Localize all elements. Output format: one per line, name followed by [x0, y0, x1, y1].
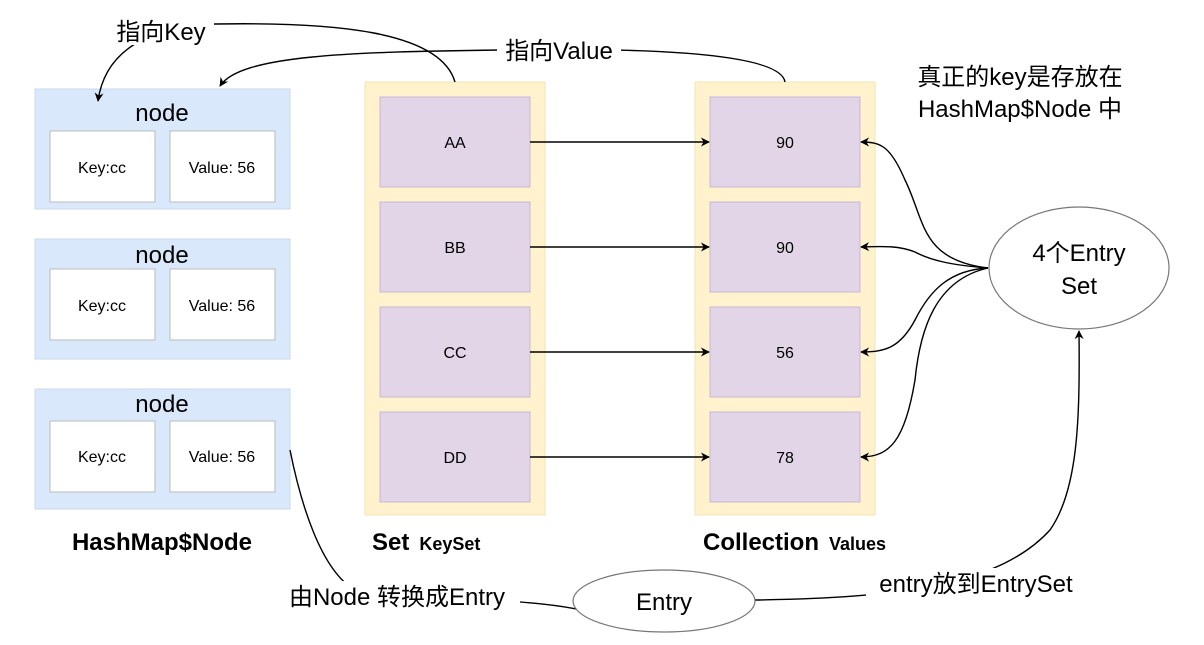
- node-title: node: [135, 391, 188, 418]
- values-item-3: 56: [709, 306, 861, 398]
- node-key: Key:cc: [78, 160, 126, 177]
- point-value-label: 指向Value: [505, 38, 613, 65]
- keyset-cell-label: BB: [444, 240, 465, 257]
- keyset-cell-label: DD: [443, 450, 466, 467]
- values-cell-label: 78: [776, 450, 794, 467]
- node-title: node: [135, 242, 188, 269]
- values-item-2: 90: [709, 201, 861, 293]
- values-caption-sub: Values: [829, 534, 886, 554]
- values-caption-main: Collection: [703, 529, 819, 556]
- node-group-2: node Key:cc Value: 56: [34, 238, 291, 360]
- node-key: Key:cc: [78, 298, 126, 315]
- entryset-arrow-4: [860, 267, 989, 462]
- values-item-1: 90: [709, 96, 861, 188]
- keyset-caption-sub: KeySet: [419, 534, 480, 554]
- values-cell-label: 56: [776, 345, 794, 362]
- node-title: node: [135, 100, 188, 127]
- node-key: Key:cc: [78, 449, 126, 466]
- hashmap-node-caption: HashMap$Node: [72, 529, 252, 556]
- node-group-1: node Key:cc Value: 56: [34, 88, 291, 210]
- entryset-ellipse: 4个Entry Set: [988, 206, 1170, 330]
- node-value: Value: 56: [189, 449, 256, 466]
- keyset-item-1: AA: [379, 96, 531, 188]
- values-cell-label: 90: [776, 135, 794, 152]
- entryset-arrow-3: [860, 267, 989, 357]
- note-line-2: HashMap$Node 中: [918, 96, 1122, 123]
- diagram-canvas: node Key:cc Value: 56 node Key:cc Value:…: [0, 0, 1204, 645]
- entry-label: Entry: [636, 589, 692, 616]
- values-cell-label: 90: [776, 240, 794, 257]
- node-to-entry-label: 由Node 转换成Entry: [289, 584, 505, 611]
- keyset-cell-label: AA: [444, 135, 466, 152]
- node-value: Value: 56: [189, 298, 256, 315]
- node-value: Value: 56: [189, 160, 256, 177]
- keyset-item-4: DD: [379, 411, 531, 503]
- entry-ellipse: Entry: [572, 569, 756, 633]
- entryset-label-line2: Set: [1061, 273, 1097, 300]
- values-item-4: 78: [709, 411, 861, 503]
- keyset-cell-label: CC: [443, 345, 466, 362]
- entryset-arrow-1: [860, 137, 989, 269]
- note-line-1: 真正的key是存放在: [917, 64, 1122, 91]
- keyset-item-2: BB: [379, 201, 531, 293]
- entryset-shape: [988, 206, 1170, 330]
- keyset-caption: Set KeySet: [372, 529, 480, 556]
- entry-to-set-label: entry放到EntrySet: [879, 571, 1073, 598]
- keyset-item-3: CC: [379, 306, 531, 398]
- values-caption: Collection Values: [703, 529, 886, 556]
- node-group-3: node Key:cc Value: 56: [34, 388, 291, 510]
- point-key-label: 指向Key: [116, 19, 205, 46]
- entryset-label-line1: 4个Entry: [1032, 240, 1125, 267]
- keyset-caption-main: Set: [372, 529, 409, 556]
- diagram-svg: node Key:cc Value: 56 node Key:cc Value:…: [34, 15, 1170, 633]
